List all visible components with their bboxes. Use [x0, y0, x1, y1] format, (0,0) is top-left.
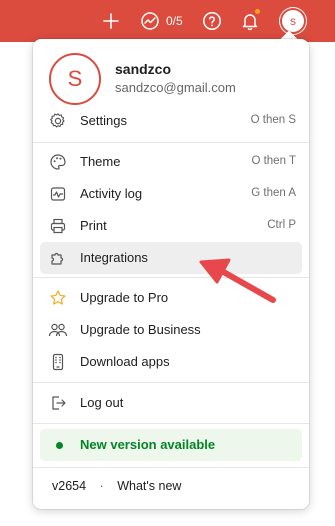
- menu-item-label: Settings: [80, 113, 127, 128]
- profile-email: sandzco@gmail.com: [115, 80, 236, 95]
- mobile-device-icon: [48, 352, 68, 372]
- shortcut-hint: G then A: [251, 187, 296, 199]
- menu-item-label: Theme: [80, 154, 121, 169]
- gear-icon: [48, 111, 68, 131]
- profile-name: sandzco: [115, 61, 172, 77]
- activity-icon: [48, 184, 68, 204]
- divider: [33, 142, 309, 143]
- shortcut-hint: Ctrl P: [267, 219, 296, 231]
- divider: [33, 382, 309, 383]
- printer-icon: [48, 216, 68, 236]
- new-version-banner[interactable]: New version available: [40, 429, 302, 461]
- annotation-arrow-icon: [199, 258, 276, 303]
- menu-item-logout[interactable]: Log out: [40, 387, 302, 419]
- menu-item-label: Print: [80, 218, 107, 233]
- account-avatar-button[interactable]: s: [280, 8, 306, 34]
- menu-item-upgrade-business[interactable]: Upgrade to Business: [40, 314, 302, 346]
- menu-item-label: Activity log: [80, 186, 143, 201]
- menu-footer: v2654 · What's new: [52, 479, 181, 493]
- menu-item-label: Upgrade to Pro: [80, 290, 169, 305]
- status-dot-icon: [56, 442, 63, 449]
- menu-item-label: Upgrade to Business: [80, 322, 201, 337]
- quick-add-button[interactable]: [99, 8, 123, 34]
- divider: [33, 423, 309, 424]
- shortcut-hint: O then T: [251, 155, 296, 167]
- plus-icon: [103, 13, 119, 29]
- productivity-gauge-icon: [141, 12, 159, 30]
- shortcut-hint: O then S: [250, 114, 296, 126]
- help-icon: [203, 12, 221, 30]
- avatar: S: [49, 53, 101, 105]
- menu-item-theme[interactable]: Theme O then T: [40, 146, 302, 178]
- notification-dot: [254, 8, 261, 15]
- logout-icon: [48, 393, 68, 413]
- menu-item-label: Integrations: [80, 250, 148, 265]
- productivity-count: 0/5: [166, 14, 183, 28]
- star-icon: [48, 288, 68, 308]
- menu-item-download-apps[interactable]: Download apps: [40, 346, 302, 378]
- productivity-button[interactable]: 0/5: [140, 8, 190, 34]
- users-icon: [48, 320, 68, 340]
- menu-item-print[interactable]: Print Ctrl P: [40, 210, 302, 242]
- notifications-button[interactable]: [237, 8, 263, 34]
- menu-item-label: Download apps: [80, 354, 170, 369]
- palette-icon: [48, 152, 68, 172]
- version-label: v2654: [52, 479, 87, 493]
- menu-item-settings[interactable]: Settings O then S: [40, 105, 302, 137]
- footer-separator: ·: [99, 479, 104, 493]
- avatar-initial: s: [290, 14, 296, 28]
- divider: [33, 467, 309, 468]
- puzzle-icon: [48, 248, 68, 268]
- whats-new-link[interactable]: What's new: [117, 479, 181, 493]
- menu-item-activity-log[interactable]: Activity log G then A: [40, 178, 302, 210]
- help-button[interactable]: [200, 8, 224, 34]
- new-version-label: New version available: [80, 437, 216, 452]
- menu-item-label: Log out: [80, 395, 124, 410]
